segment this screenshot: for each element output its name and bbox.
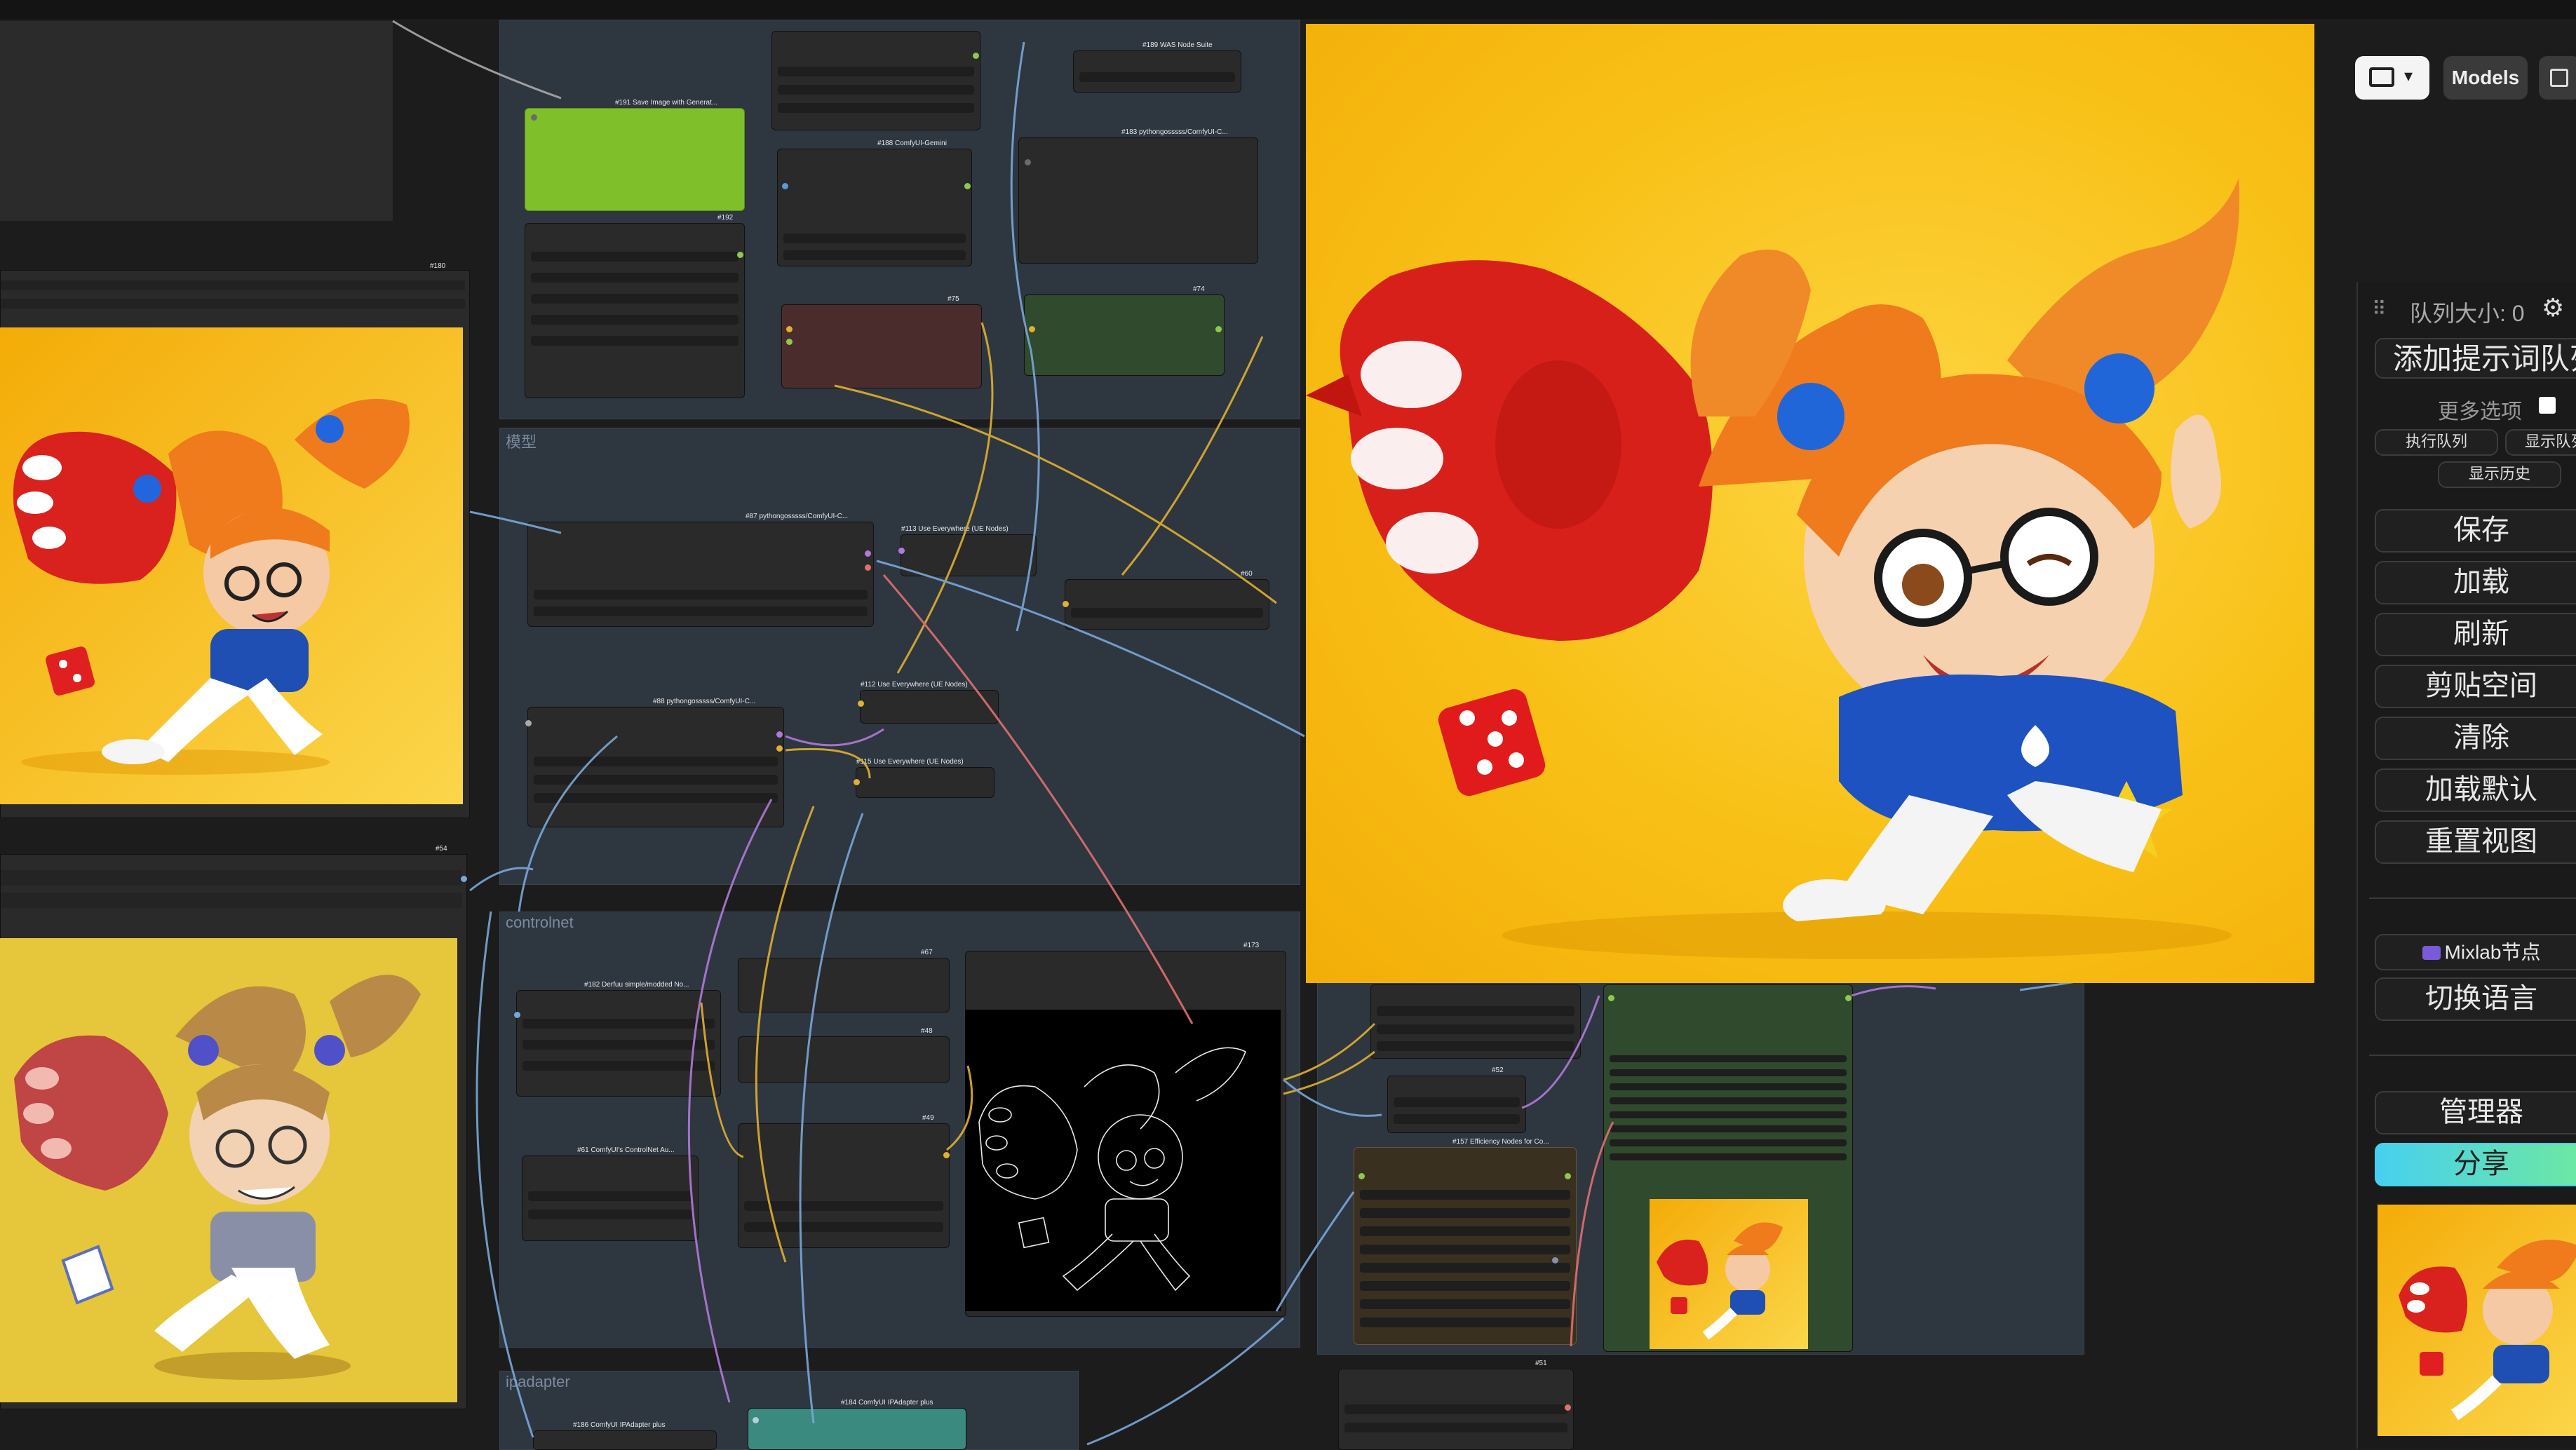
queue-prompt-button[interactable]: 添加提示词队列 [2375, 338, 2576, 379]
node-115[interactable]: #115 Use Everywhere (UE Nodes) [854, 758, 994, 798]
node-74[interactable]: #74 [1024, 285, 1225, 376]
node-52[interactable]: #52 [1387, 1066, 1526, 1133]
clipspace-button[interactable]: 剪贴空间 [2375, 665, 2576, 708]
node-title: #74 [1193, 285, 1205, 293]
divider [2369, 897, 2576, 899]
node-title: #87 pythongosssss/ComfyUI-C... [746, 513, 849, 520]
left-dark-panel [0, 21, 393, 221]
node-189[interactable]: #189 WAS Node Suite [1073, 41, 1241, 93]
node-183[interactable]: #183 pythongosssss/ComfyUI-C... [1018, 128, 1258, 264]
node-61[interactable]: #61 ComfyUI's ControlNet Au... [522, 1146, 699, 1241]
node-188[interactable]: #188 ComfyUI-Gemini [777, 140, 972, 266]
node-title: #60 [1241, 570, 1253, 578]
load-default-button[interactable]: 加载默认 [2375, 768, 2576, 812]
node-title: #88 pythongosssss/ComfyUI-C... [653, 698, 756, 705]
node-182[interactable]: #182 Derfuu simple/modded No... [514, 981, 721, 1097]
show-history-button[interactable]: 显示历史 [2438, 461, 2561, 488]
node-75[interactable]: #75 [781, 295, 982, 388]
mixlab-label: Mixlab节点 [2444, 941, 2541, 963]
node-87[interactable]: #87 pythongosssss/ComfyUI-C... [527, 513, 874, 627]
node-51[interactable]: #51 [1338, 1360, 1574, 1450]
node-title: #115 Use Everywhere (UE Nodes) [856, 758, 964, 766]
lineart-illustration [978, 1047, 1247, 1292]
folder-icon [2369, 67, 2394, 87]
node-88[interactable]: #88 pythongosssss/ComfyUI-C... [525, 698, 784, 827]
queue-panel: ⠿ 队列大小: 0 ⚙ 添加提示词队列 更多选项 执行队列 显示队列 显示历史 … [2356, 282, 2576, 1449]
load-button[interactable]: 加载 [2375, 561, 2576, 604]
node-title: #191 Save Image with Generat... [615, 99, 718, 107]
top-bar [0, 0, 2576, 20]
girl-illustration-flat [14, 975, 421, 1380]
node-title: #51 [1535, 1360, 1547, 1367]
node-top-a[interactable] [771, 31, 980, 130]
run-queue-button[interactable]: 执行队列 [2375, 429, 2498, 456]
node-113[interactable]: #113 Use Everywhere (UE Nodes) [898, 525, 1037, 576]
preview-lineart [965, 1010, 1281, 1311]
mixlab-icon [2422, 945, 2441, 960]
manager-button[interactable]: 管理器 [2375, 1091, 2576, 1134]
node-title: #189 WAS Node Suite [1142, 41, 1213, 49]
models-button[interactable]: Models [2443, 56, 2528, 100]
preview-image-girl-left [0, 327, 463, 804]
girl-illustration-large [1306, 178, 2240, 959]
node-title: #186 ComfyUI IPAdapter plus [573, 1421, 666, 1429]
node-title: #173 [1243, 942, 1260, 949]
node-184[interactable]: #184 ComfyUI IPAdapter plus [748, 1399, 966, 1450]
group-title: 模型 [506, 433, 537, 451]
node-title: #157 Efficiency Nodes for Co... [1452, 1138, 1549, 1146]
node-right-a[interactable] [1370, 984, 1581, 1059]
floppy-icon [2550, 69, 2568, 87]
node-title: #75 [948, 295, 959, 303]
node-60[interactable]: #60 [1063, 570, 1269, 630]
refresh-button[interactable]: 刷新 [2375, 613, 2576, 656]
reset-view-button[interactable]: 重置视图 [2375, 820, 2576, 864]
node-title: #180 [430, 262, 446, 270]
share-button[interactable]: 分享 [2375, 1143, 2576, 1186]
group-title: ipadapter [506, 1373, 570, 1390]
preview-thumbnail [1650, 1199, 1808, 1349]
node-title: #184 ComfyUI IPAdapter plus [841, 1399, 933, 1407]
switch-language-button[interactable]: 切换语言 [2375, 977, 2576, 1021]
node-title: #183 pythongosssss/ComfyUI-C... [1121, 128, 1228, 136]
node-49[interactable]: #49 [738, 1114, 950, 1248]
queue-latest-image [2378, 1205, 2576, 1436]
node-title: #113 Use Everywhere (UE Nodes) [901, 525, 1009, 533]
node-title: #182 Derfuu simple/modded No... [584, 981, 689, 989]
node-191[interactable]: #191 Save Image with Generat... [525, 99, 745, 211]
save-button[interactable]: 保存 [2375, 509, 2576, 553]
main-preview-image [1306, 24, 2314, 983]
clear-button[interactable]: 清除 [2375, 717, 2576, 760]
preview-image-girl-flat [0, 938, 457, 1402]
node-157[interactable]: #157 Efficiency Nodes for Co... [1354, 1138, 1577, 1345]
gear-icon[interactable]: ⚙ [2542, 293, 2564, 323]
drag-handle-icon[interactable]: ⠿ [2372, 297, 2387, 320]
node-title: #52 [1492, 1066, 1504, 1074]
node-title: #61 ComfyUI's ControlNet Au... [577, 1146, 675, 1154]
mixlab-nodes-button[interactable]: Mixlab节点 [2375, 934, 2576, 970]
node-title: #49 [922, 1114, 934, 1122]
node-48[interactable]: #48 [738, 1027, 950, 1083]
chevron-down-icon: ▾ [2404, 67, 2413, 86]
group-title: controlnet [506, 914, 574, 931]
node-title: #112 Use Everywhere (UE Nodes) [861, 681, 968, 689]
divider [2369, 1055, 2576, 1056]
girl-illustration-small [13, 398, 410, 775]
show-queue-button[interactable]: 显示队列 [2505, 429, 2576, 456]
node-title: #67 [921, 949, 933, 956]
node-186[interactable]: #186 ComfyUI IPAdapter plus [533, 1421, 717, 1450]
queue-size-label: 队列大小: 0 [2410, 301, 2525, 326]
node-title: #192 [717, 214, 734, 222]
more-options-checkbox[interactable] [2539, 397, 2556, 414]
node-title: #48 [921, 1027, 933, 1035]
folder-button[interactable]: ▾ [2355, 56, 2429, 100]
node-title: #188 ComfyUI-Gemini [877, 140, 947, 147]
node-192[interactable]: #192 [525, 214, 745, 398]
save-workflow-button[interactable] [2539, 56, 2576, 100]
node-67[interactable]: #67 [738, 949, 950, 1012]
node-112[interactable]: #112 Use Everywhere (UE Nodes) [858, 681, 999, 724]
node-title: #54 [436, 845, 447, 853]
more-options-label: 更多选项 [2438, 400, 2522, 424]
